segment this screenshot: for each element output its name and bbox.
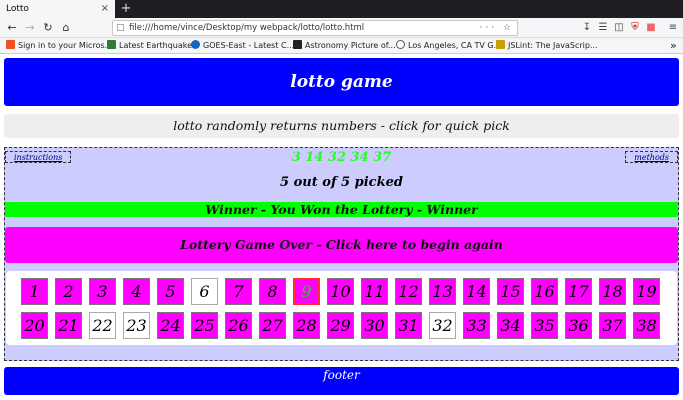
quick-pick-button[interactable]: lotto randomly returns numbers - click f… (4, 114, 679, 138)
number-ball[interactable]: 38 (633, 312, 660, 339)
number-ball[interactable]: 23 (123, 312, 150, 339)
number-ball[interactable]: 12 (395, 278, 422, 305)
number-ball[interactable]: 8 (259, 278, 286, 305)
bookmark-item[interactable]: Astronomy Picture of... (293, 38, 396, 54)
url-text: file:///home/vince/Desktop/my webpack/lo… (129, 23, 365, 33)
game-panel: instructions methods 3 14 32 34 37 5 out… (4, 147, 679, 361)
number-ball[interactable]: 9 (293, 278, 320, 305)
forward-arrow-icon[interactable]: → (22, 20, 38, 36)
number-ball[interactable]: 22 (89, 312, 116, 339)
new-tab-button[interactable]: + (119, 0, 133, 18)
number-ball[interactable]: 1 (21, 278, 48, 305)
number-ball[interactable]: 4 (123, 278, 150, 305)
number-ball[interactable]: 14 (463, 278, 490, 305)
number-ball[interactable]: 16 (531, 278, 558, 305)
pick-status: 5 out of 5 picked (280, 175, 403, 190)
number-ball[interactable]: 21 (55, 312, 82, 339)
page-title: lotto game (4, 58, 679, 106)
tab-bar: Lotto × + (0, 0, 683, 18)
reload-icon[interactable]: ↻ (40, 20, 56, 36)
number-ball[interactable]: 34 (497, 312, 524, 339)
number-ball[interactable]: 15 (497, 278, 524, 305)
number-ball[interactable]: 18 (599, 278, 626, 305)
url-bar[interactable]: □ file:///home/vince/Desktop/my webpack/… (112, 20, 518, 36)
home-icon[interactable]: ⌂ (58, 20, 74, 36)
number-ball[interactable]: 32 (429, 312, 456, 339)
bookmark-item[interactable]: Latest Earthquakes (107, 38, 196, 54)
number-ball[interactable]: 6 (191, 278, 218, 305)
tab-lotto[interactable]: Lotto × (0, 0, 115, 18)
jslint-icon (496, 40, 505, 49)
tab-title: Lotto (6, 4, 29, 14)
more-bookmarks-icon[interactable]: » (670, 38, 677, 54)
number-ball[interactable]: 13 (429, 278, 456, 305)
number-ball[interactable]: 11 (361, 278, 388, 305)
bookmark-item[interactable]: GOES-East - Latest C... (191, 38, 294, 54)
number-ball[interactable]: 26 (225, 312, 252, 339)
number-ball[interactable]: 33 (463, 312, 490, 339)
number-ball[interactable]: 5 (157, 278, 184, 305)
bookmarks-bar: Sign in to your Micros... Latest Earthqu… (0, 38, 683, 54)
number-ball[interactable]: 17 (565, 278, 592, 305)
microsoft-icon (6, 40, 15, 49)
number-ball[interactable]: 35 (531, 312, 558, 339)
number-ball[interactable]: 10 (327, 278, 354, 305)
number-ball[interactable]: 20 (21, 312, 48, 339)
footer: footer (4, 367, 679, 395)
number-ball[interactable]: 36 (565, 312, 592, 339)
number-ball[interactable]: 2 (55, 278, 82, 305)
number-ball[interactable]: 27 (259, 312, 286, 339)
number-ball[interactable]: 19 (633, 278, 660, 305)
number-ball[interactable]: 3 (89, 278, 116, 305)
bookmark-item[interactable]: JSLint: The JavaScrip... (496, 38, 598, 54)
astronomy-icon (293, 40, 302, 49)
bookmark-item[interactable]: Sign in to your Micros... (6, 38, 112, 54)
library-icon[interactable]: ☰ (596, 20, 610, 36)
number-ball[interactable]: 37 (599, 312, 626, 339)
globe-icon (191, 40, 200, 49)
number-ball[interactable]: 30 (361, 312, 388, 339)
number-ball[interactable]: 25 (191, 312, 218, 339)
menu-icon[interactable]: ≡ (666, 20, 680, 36)
download-icon[interactable]: ↧ (580, 20, 594, 36)
number-ball[interactable]: 24 (157, 312, 184, 339)
winner-banner: Winner - You Won the Lottery - Winner (5, 202, 678, 217)
number-ball[interactable]: 29 (327, 312, 354, 339)
shield-icon[interactable]: ⛨ (628, 20, 642, 36)
bookmark-item[interactable]: Los Angeles, CA TV G... (396, 38, 501, 54)
back-arrow-icon[interactable]: ← (4, 20, 20, 36)
extension-icon[interactable]: ■ (644, 20, 658, 36)
number-ball[interactable]: 7 (225, 278, 252, 305)
page-actions-icon[interactable]: ··· ☆ (479, 21, 514, 35)
earthquake-icon (107, 40, 116, 49)
number-board: 1 2 3 4 5 6 7 8 9 10 11 12 13 14 15 16 17 18 19 20 21 22 23 24 2… (6, 271, 677, 345)
close-tab-icon[interactable]: × (101, 0, 109, 18)
restart-button[interactable]: Lottery Game Over - Click here to begin … (5, 227, 678, 263)
picked-numbers: 3 14 32 34 37 (291, 150, 392, 165)
sidebar-icon[interactable]: ◫ (612, 20, 626, 36)
tv-guide-icon (396, 40, 405, 49)
page: lotto game lotto randomly returns number… (0, 55, 683, 400)
nav-bar: ← → ↻ ⌂ □ file:///home/vince/Desktop/my … (0, 18, 683, 38)
number-ball[interactable]: 28 (293, 312, 320, 339)
number-ball[interactable]: 31 (395, 312, 422, 339)
page-icon: □ (116, 23, 125, 33)
